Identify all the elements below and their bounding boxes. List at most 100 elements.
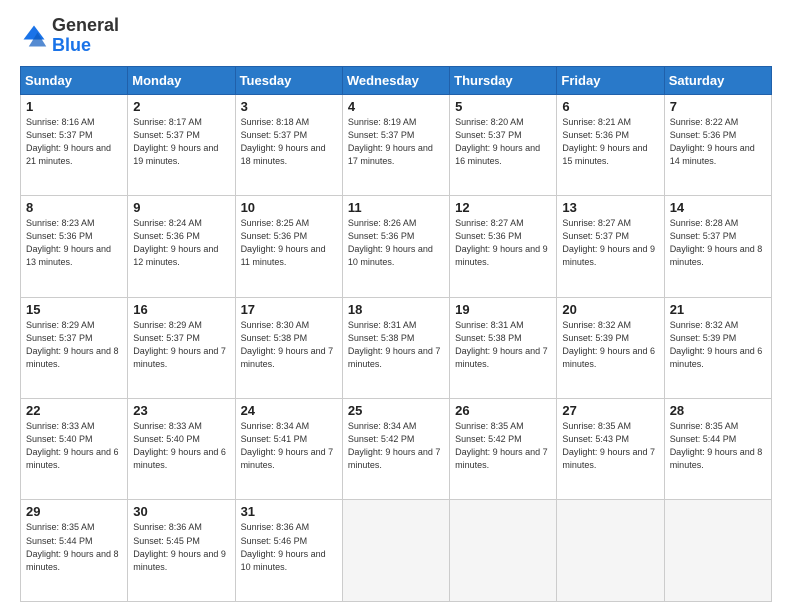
calendar-cell: 25Sunrise: 8:34 AMSunset: 5:42 PMDayligh…: [342, 399, 449, 500]
day-info: Sunrise: 8:35 AMSunset: 5:43 PMDaylight:…: [562, 420, 658, 472]
day-info: Sunrise: 8:31 AMSunset: 5:38 PMDaylight:…: [348, 319, 444, 371]
day-number: 1: [26, 99, 122, 114]
day-info: Sunrise: 8:36 AMSunset: 5:45 PMDaylight:…: [133, 521, 229, 573]
weekday-header-tuesday: Tuesday: [235, 66, 342, 94]
calendar-cell: 6 Sunrise: 8:21 AMSunset: 5:36 PMDaylight…: [557, 94, 664, 195]
day-info: Sunrise: 8:33 AMSunset: 5:40 PMDaylight:…: [26, 420, 122, 472]
calendar-cell: 13 Sunrise: 8:27 AMSunset: 5:37 PMDayligh…: [557, 196, 664, 297]
calendar-cell: 5Sunrise: 8:20 AMSunset: 5:37 PMDaylight…: [450, 94, 557, 195]
day-number: 4: [348, 99, 444, 114]
logo: GeneralBlue: [20, 16, 119, 56]
calendar-cell: 20 Sunrise: 8:32 AMSunset: 5:39 PMDayligh…: [557, 297, 664, 398]
day-number: 18: [348, 302, 444, 317]
week-row-1: 1 Sunrise: 8:16 AMSunset: 5:37 PMDaylight…: [21, 94, 772, 195]
day-number: 17: [241, 302, 337, 317]
day-info: Sunrise: 8:27 AMSunset: 5:36 PMDaylight:…: [455, 217, 551, 269]
day-info: Sunrise: 8:28 AMSunset: 5:37 PMDaylight:…: [670, 217, 766, 269]
week-row-4: 22 Sunrise: 8:33 AMSunset: 5:40 PMDayligh…: [21, 399, 772, 500]
calendar-cell: 3Sunrise: 8:18 AMSunset: 5:37 PMDaylight…: [235, 94, 342, 195]
day-info: Sunrise: 8:35 AMSunset: 5:44 PMDaylight:…: [26, 521, 122, 573]
calendar-cell: 15 Sunrise: 8:29 AMSunset: 5:37 PMDayligh…: [21, 297, 128, 398]
day-number: 31: [241, 504, 337, 519]
calendar-cell: 10 Sunrise: 8:25 AMSunset: 5:36 PMDayligh…: [235, 196, 342, 297]
calendar-cell: [342, 500, 449, 602]
day-info: Sunrise: 8:33 AMSunset: 5:40 PMDaylight:…: [133, 420, 229, 472]
day-info: Sunrise: 8:21 AMSunset: 5:36 PMDaylight:…: [562, 116, 658, 168]
day-number: 6: [562, 99, 658, 114]
calendar-cell: 11Sunrise: 8:26 AMSunset: 5:36 PMDayligh…: [342, 196, 449, 297]
weekday-header-row: SundayMondayTuesdayWednesdayThursdayFrid…: [21, 66, 772, 94]
day-info: Sunrise: 8:36 AMSunset: 5:46 PMDaylight:…: [241, 521, 337, 573]
day-info: Sunrise: 8:17 AMSunset: 5:37 PMDaylight:…: [133, 116, 229, 168]
day-number: 19: [455, 302, 551, 317]
calendar-cell: 7 Sunrise: 8:22 AMSunset: 5:36 PMDaylight…: [664, 94, 771, 195]
day-number: 23: [133, 403, 229, 418]
day-number: 28: [670, 403, 766, 418]
day-info: Sunrise: 8:32 AMSunset: 5:39 PMDaylight:…: [562, 319, 658, 371]
weekday-header-friday: Friday: [557, 66, 664, 94]
day-number: 30: [133, 504, 229, 519]
calendar-cell: 18 Sunrise: 8:31 AMSunset: 5:38 PMDayligh…: [342, 297, 449, 398]
calendar-cell: 9 Sunrise: 8:24 AMSunset: 5:36 PMDaylight…: [128, 196, 235, 297]
calendar-cell: 23 Sunrise: 8:33 AMSunset: 5:40 PMDayligh…: [128, 399, 235, 500]
day-number: 8: [26, 200, 122, 215]
weekday-header-saturday: Saturday: [664, 66, 771, 94]
day-number: 29: [26, 504, 122, 519]
calendar-cell: 29 Sunrise: 8:35 AMSunset: 5:44 PMDayligh…: [21, 500, 128, 602]
day-number: 24: [241, 403, 337, 418]
day-info: Sunrise: 8:24 AMSunset: 5:36 PMDaylight:…: [133, 217, 229, 269]
day-info: Sunrise: 8:19 AMSunset: 5:37 PMDaylight:…: [348, 116, 444, 168]
day-number: 13: [562, 200, 658, 215]
calendar-cell: 24 Sunrise: 8:34 AMSunset: 5:41 PMDayligh…: [235, 399, 342, 500]
day-info: Sunrise: 8:22 AMSunset: 5:36 PMDaylight:…: [670, 116, 766, 168]
header: GeneralBlue: [20, 16, 772, 56]
day-info: Sunrise: 8:18 AMSunset: 5:37 PMDaylight:…: [241, 116, 337, 168]
day-number: 7: [670, 99, 766, 114]
weekday-header-sunday: Sunday: [21, 66, 128, 94]
calendar-cell: 8Sunrise: 8:23 AMSunset: 5:36 PMDaylight…: [21, 196, 128, 297]
calendar-cell: 1 Sunrise: 8:16 AMSunset: 5:37 PMDaylight…: [21, 94, 128, 195]
calendar-cell: 4 Sunrise: 8:19 AMSunset: 5:37 PMDaylight…: [342, 94, 449, 195]
calendar-cell: 22 Sunrise: 8:33 AMSunset: 5:40 PMDayligh…: [21, 399, 128, 500]
day-info: Sunrise: 8:25 AMSunset: 5:36 PMDaylight:…: [241, 217, 337, 269]
day-number: 16: [133, 302, 229, 317]
calendar-cell: [450, 500, 557, 602]
day-number: 10: [241, 200, 337, 215]
day-number: 21: [670, 302, 766, 317]
day-number: 20: [562, 302, 658, 317]
calendar-cell: [557, 500, 664, 602]
week-row-5: 29 Sunrise: 8:35 AMSunset: 5:44 PMDayligh…: [21, 500, 772, 602]
day-info: Sunrise: 8:30 AMSunset: 5:38 PMDaylight:…: [241, 319, 337, 371]
weekday-header-thursday: Thursday: [450, 66, 557, 94]
calendar-cell: 19 Sunrise: 8:31 AMSunset: 5:38 PMDayligh…: [450, 297, 557, 398]
calendar-cell: 21 Sunrise: 8:32 AMSunset: 5:39 PMDayligh…: [664, 297, 771, 398]
day-number: 15: [26, 302, 122, 317]
calendar-cell: 12 Sunrise: 8:27 AMSunset: 5:36 PMDayligh…: [450, 196, 557, 297]
day-info: Sunrise: 8:27 AMSunset: 5:37 PMDaylight:…: [562, 217, 658, 269]
calendar-cell: 30 Sunrise: 8:36 AMSunset: 5:45 PMDayligh…: [128, 500, 235, 602]
day-info: Sunrise: 8:35 AMSunset: 5:44 PMDaylight:…: [670, 420, 766, 472]
calendar-table: SundayMondayTuesdayWednesdayThursdayFrid…: [20, 66, 772, 602]
day-info: Sunrise: 8:16 AMSunset: 5:37 PMDaylight:…: [26, 116, 122, 168]
day-info: Sunrise: 8:29 AMSunset: 5:37 PMDaylight:…: [133, 319, 229, 371]
day-info: Sunrise: 8:32 AMSunset: 5:39 PMDaylight:…: [670, 319, 766, 371]
calendar-cell: 31 Sunrise: 8:36 AMSunset: 5:46 PMDayligh…: [235, 500, 342, 602]
day-number: 25: [348, 403, 444, 418]
weekday-header-wednesday: Wednesday: [342, 66, 449, 94]
day-number: 11: [348, 200, 444, 215]
day-number: 12: [455, 200, 551, 215]
day-info: Sunrise: 8:35 AMSunset: 5:42 PMDaylight:…: [455, 420, 551, 472]
week-row-2: 8Sunrise: 8:23 AMSunset: 5:36 PMDaylight…: [21, 196, 772, 297]
day-info: Sunrise: 8:34 AMSunset: 5:41 PMDaylight:…: [241, 420, 337, 472]
day-number: 2: [133, 99, 229, 114]
day-number: 26: [455, 403, 551, 418]
calendar-cell: 16 Sunrise: 8:29 AMSunset: 5:37 PMDayligh…: [128, 297, 235, 398]
day-number: 14: [670, 200, 766, 215]
day-number: 22: [26, 403, 122, 418]
logo-icon: [20, 22, 48, 50]
day-number: 9: [133, 200, 229, 215]
day-info: Sunrise: 8:29 AMSunset: 5:37 PMDaylight:…: [26, 319, 122, 371]
day-number: 27: [562, 403, 658, 418]
week-row-3: 15 Sunrise: 8:29 AMSunset: 5:37 PMDayligh…: [21, 297, 772, 398]
day-info: Sunrise: 8:31 AMSunset: 5:38 PMDaylight:…: [455, 319, 551, 371]
